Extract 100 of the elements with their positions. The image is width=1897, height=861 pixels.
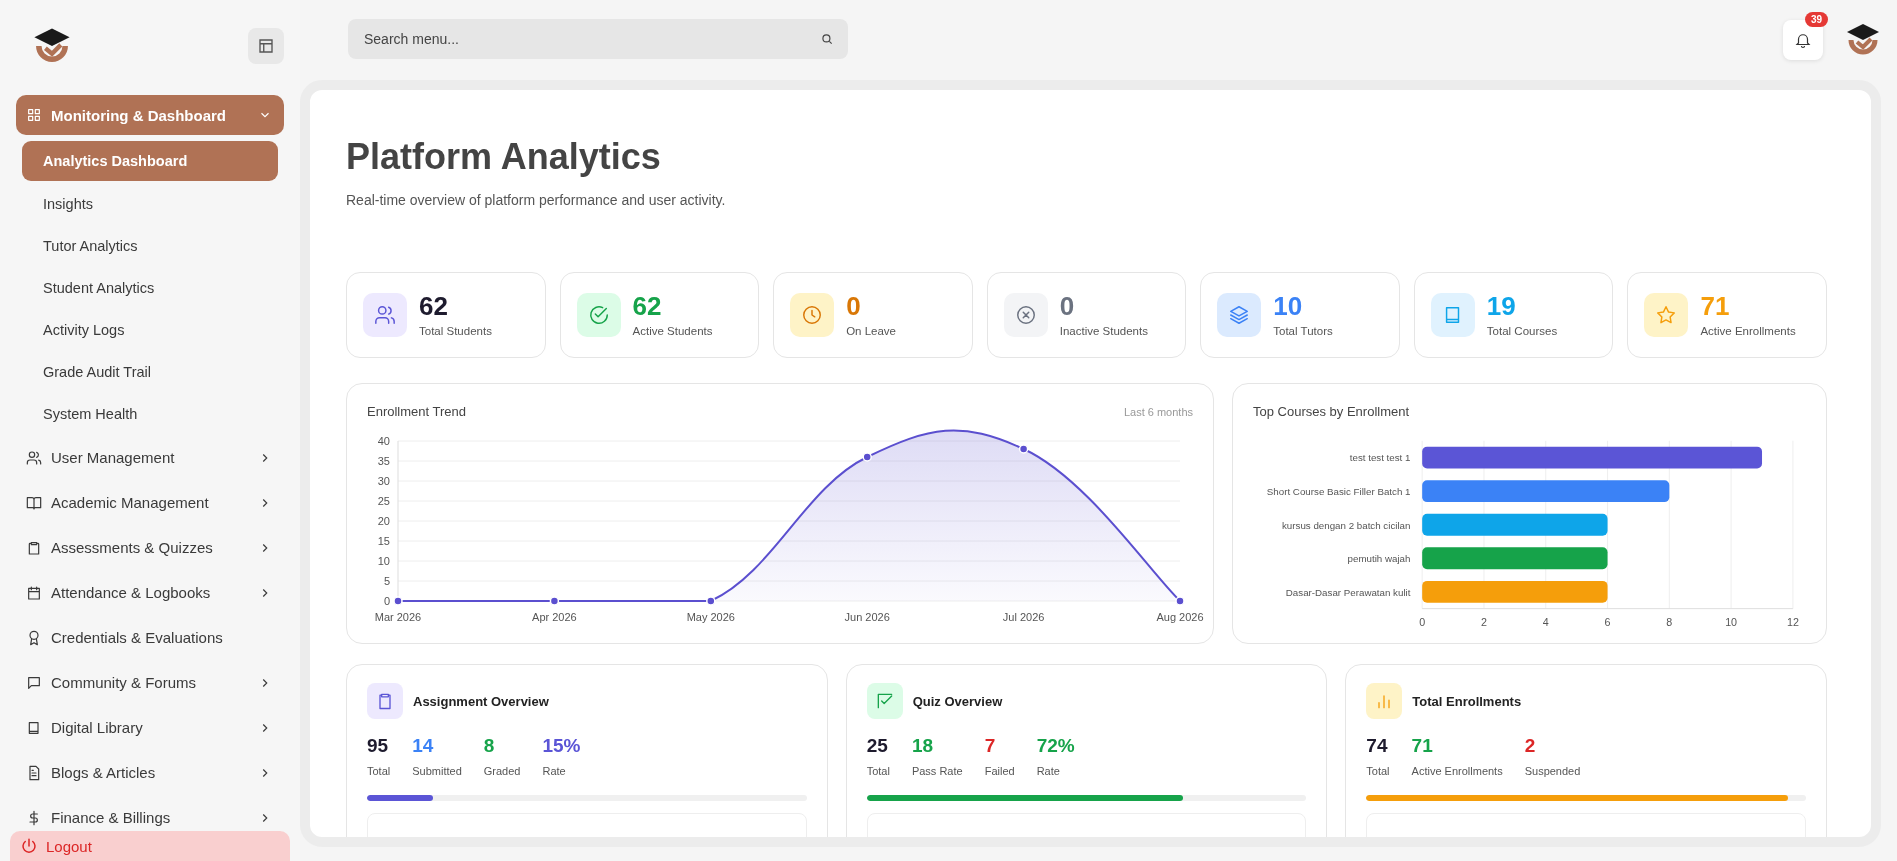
- x-tick-label: Jun 2026: [844, 611, 890, 623]
- sidebar-item[interactable]: Tutor Analytics: [22, 225, 278, 267]
- sidebar-group[interactable]: Community & Forums: [16, 660, 284, 705]
- x-tick-label: 0: [1419, 616, 1426, 629]
- stat-value: 62: [419, 293, 449, 319]
- sidebar-group[interactable]: Assessments & Quizzes: [16, 525, 284, 570]
- x-tick-label: 8: [1666, 616, 1673, 629]
- metric-value: 25: [866, 735, 889, 757]
- sidebar-group[interactable]: Blogs & Articles: [16, 750, 284, 795]
- metric-label: Total: [1366, 765, 1390, 777]
- y-tick-label: 25: [377, 495, 390, 507]
- stat-label: Active Students: [632, 325, 713, 337]
- menu-icon: [26, 494, 42, 511]
- y-tick-label: 5: [383, 575, 390, 587]
- x-tick-label: Apr 2026: [532, 611, 577, 623]
- stat-label: Total Students: [419, 325, 492, 337]
- category-label: Short Course Basic Filler Batch 1: [1266, 486, 1411, 498]
- power-icon: [20, 837, 38, 855]
- sidebar-toggle-button[interactable]: [248, 28, 284, 64]
- menu-icon: [26, 764, 42, 781]
- metric-value: 74: [1366, 735, 1389, 757]
- sidebar-group[interactable]: User Management: [16, 435, 284, 480]
- metric-label: Active Enrollments: [1411, 765, 1503, 777]
- range-label: Last 6 months: [1123, 405, 1193, 418]
- y-tick-label: 0: [383, 595, 390, 607]
- metric-value: 8: [483, 735, 496, 757]
- sidebar-item[interactable]: Insights: [22, 183, 278, 225]
- bell-icon: [1794, 31, 1812, 49]
- metric-value: 95: [367, 735, 390, 757]
- data-point: [393, 596, 403, 606]
- stat-label: Active Enrollments: [1700, 325, 1796, 337]
- chart-title: Enrollment Trend: [367, 404, 466, 419]
- menu-icon: [26, 539, 42, 556]
- menu-icon: [26, 449, 42, 466]
- card-title: Total Enrollments: [1412, 693, 1522, 709]
- x-tick-label: 2: [1480, 616, 1487, 629]
- page-subtitle: Real-time overview of platform performance and user activity.: [346, 192, 727, 208]
- sidebar-item[interactable]: Student Analytics: [22, 267, 278, 309]
- data-point: [706, 596, 716, 606]
- sidebar-group[interactable]: Digital Library: [16, 705, 284, 750]
- metric-value: 72%: [1036, 735, 1075, 757]
- metric-value: 18: [911, 735, 935, 757]
- data-point: [1175, 596, 1185, 606]
- card-title: Quiz Overview: [912, 693, 1003, 709]
- stat-label: Total Tutors: [1273, 325, 1333, 337]
- metric-label: Suspended: [1524, 765, 1581, 777]
- x-tick-label: 10: [1725, 616, 1738, 629]
- sidebar-item[interactable]: Activity Logs: [22, 309, 278, 351]
- clock-icon: [801, 304, 824, 326]
- y-tick-label: 10: [377, 555, 390, 567]
- users-icon: [374, 304, 396, 326]
- metric-label: Total: [367, 765, 391, 777]
- menu-icon: [26, 674, 42, 691]
- menu-icon: [26, 719, 42, 736]
- metric-value: 71: [1411, 735, 1434, 757]
- x-axis: 0 2 4 6 8 10 12: [1419, 608, 1799, 629]
- notification-badge: 39: [1805, 12, 1829, 27]
- layout-icon: [257, 37, 275, 55]
- stat-value: 0: [846, 293, 862, 319]
- y-axis: 0 5 10 15 20 25 30 35 40: [377, 435, 399, 607]
- metric-label: Submitted: [412, 765, 462, 777]
- x-tick-label: Jul 2026: [1002, 611, 1045, 623]
- x-tick-label: May 2026: [686, 611, 735, 623]
- sidebar-group[interactable]: Monitoring & Dashboard: [16, 95, 284, 135]
- menu-icon: [26, 107, 42, 123]
- sidebar-item[interactable]: System Health: [22, 393, 278, 435]
- sidebar-item[interactable]: Analytics Dashboard: [22, 141, 278, 181]
- category-label: kursus dengan 2 batch cicilan: [1282, 519, 1411, 531]
- y-tick-label: 40: [377, 435, 390, 447]
- stat-label: Total Courses: [1486, 325, 1558, 337]
- category-label: pemutih wajah: [1347, 553, 1411, 565]
- x-tick-label: 6: [1604, 616, 1611, 629]
- sidebar-group[interactable]: Attendance & Logbooks: [16, 570, 284, 615]
- x-tick-label: 4: [1542, 616, 1549, 629]
- x-tick-label: Mar 2026: [374, 611, 422, 623]
- metric-label: Graded: [483, 765, 521, 777]
- metric-label: Total: [866, 765, 890, 777]
- data-point: [549, 596, 560, 606]
- data-point: [862, 452, 872, 462]
- metric-value: 2: [1524, 735, 1537, 757]
- stat-value: 62: [632, 293, 663, 319]
- metric-value: 14: [412, 735, 435, 757]
- sidebar-group[interactable]: Credentials & Evaluations: [16, 615, 284, 660]
- y-tick-label: 30: [377, 475, 390, 487]
- sidebar-group[interactable]: Academic Management: [16, 480, 284, 525]
- y-tick-label: 20: [377, 515, 390, 527]
- metric-label: Failed: [984, 765, 1015, 777]
- stat-value: 0: [1059, 293, 1076, 319]
- page-title: Platform Analytics: [346, 136, 662, 178]
- y-tick-label: 15: [377, 535, 390, 547]
- menu-icon: [26, 584, 42, 601]
- search-field[interactable]: Search menu...: [348, 19, 848, 59]
- sidebar-item[interactable]: Grade Audit Trail: [22, 351, 278, 393]
- metric-label: Rate: [542, 765, 567, 777]
- chart-title: Top Courses by Enrollment: [1253, 404, 1410, 419]
- stat-value: 71: [1700, 293, 1731, 319]
- stat-label: Inactive Students: [1059, 325, 1148, 337]
- category-label: test test test 1: [1349, 452, 1411, 464]
- layers-icon: [1228, 304, 1251, 326]
- metric-label: Rate: [1036, 765, 1061, 777]
